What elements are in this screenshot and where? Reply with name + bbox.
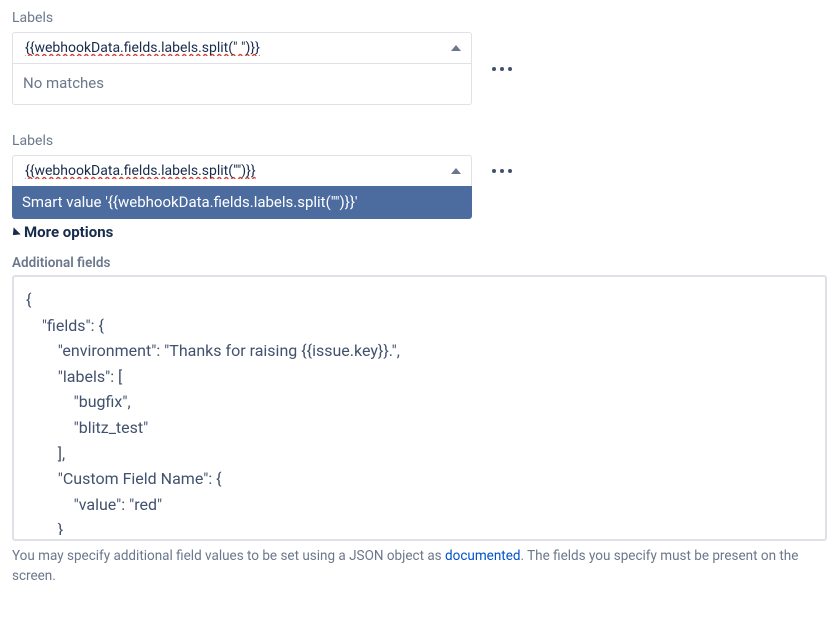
more-icon[interactable]	[488, 165, 516, 177]
more-options-toggle[interactable]: More options	[12, 223, 827, 241]
smart-value-suggestion[interactable]: Smart value '{{webhookData.fields.labels…	[12, 186, 472, 219]
additional-fields-textarea[interactable]	[14, 277, 825, 535]
no-matches-message: No matches	[13, 63, 471, 104]
chevron-down-icon	[9, 227, 20, 238]
helper-text-before: You may specify additional field values …	[12, 548, 445, 564]
documented-link[interactable]: documented	[445, 548, 520, 564]
additional-fields-wrapper	[12, 275, 827, 541]
additional-fields-heading: Additional fields	[12, 255, 827, 271]
helper-text: You may specify additional field values …	[12, 547, 827, 586]
field-label: Labels	[12, 10, 827, 26]
labels-input-1[interactable]	[23, 39, 443, 57]
labels-combobox-1: No matches	[12, 32, 472, 105]
caret-up-icon[interactable]	[451, 45, 461, 51]
more-icon[interactable]	[488, 63, 516, 75]
caret-up-icon[interactable]	[451, 168, 461, 174]
more-options-label: More options	[24, 223, 113, 241]
labels-combobox-2	[12, 155, 472, 187]
labels-field-1: Labels No matches	[12, 10, 827, 105]
labels-field-2: Labels Smart value '{{webhookData.fields…	[12, 133, 827, 219]
labels-input-2[interactable]	[23, 162, 443, 180]
field-label: Labels	[12, 133, 827, 149]
